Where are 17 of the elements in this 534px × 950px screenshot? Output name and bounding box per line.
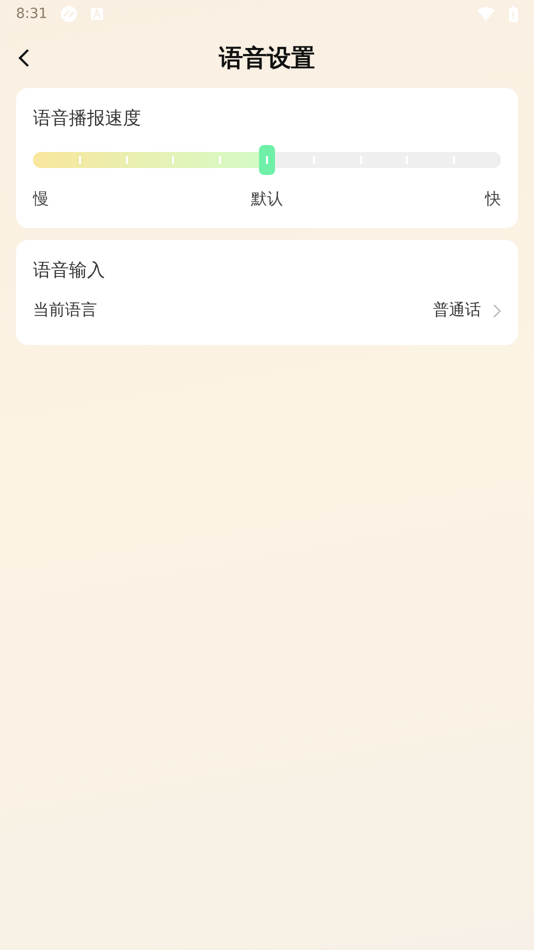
- language-value[interactable]: 普通话: [433, 300, 481, 321]
- card-title: 语音输入: [33, 259, 106, 282]
- row-label: 当前语言: [33, 300, 98, 321]
- wifi-icon: [477, 7, 495, 21]
- slider-thumb[interactable]: [259, 145, 275, 175]
- speed-label: 慢: [33, 189, 49, 210]
- app-notification-icon: [61, 6, 78, 22]
- back-icon: [16, 48, 32, 68]
- speed-slider[interactable]: [33, 145, 501, 175]
- status-time: 8:31: [16, 6, 48, 22]
- chevron-right-icon[interactable]: [493, 304, 501, 318]
- battery-icon: [509, 6, 518, 22]
- page-title: 语音设置: [219, 43, 315, 74]
- speed-label: 默认: [251, 189, 283, 210]
- speed-label: 快: [485, 189, 501, 210]
- card-title: 语音播报速度: [33, 107, 142, 130]
- keyboard-notification-icon: [91, 8, 104, 20]
